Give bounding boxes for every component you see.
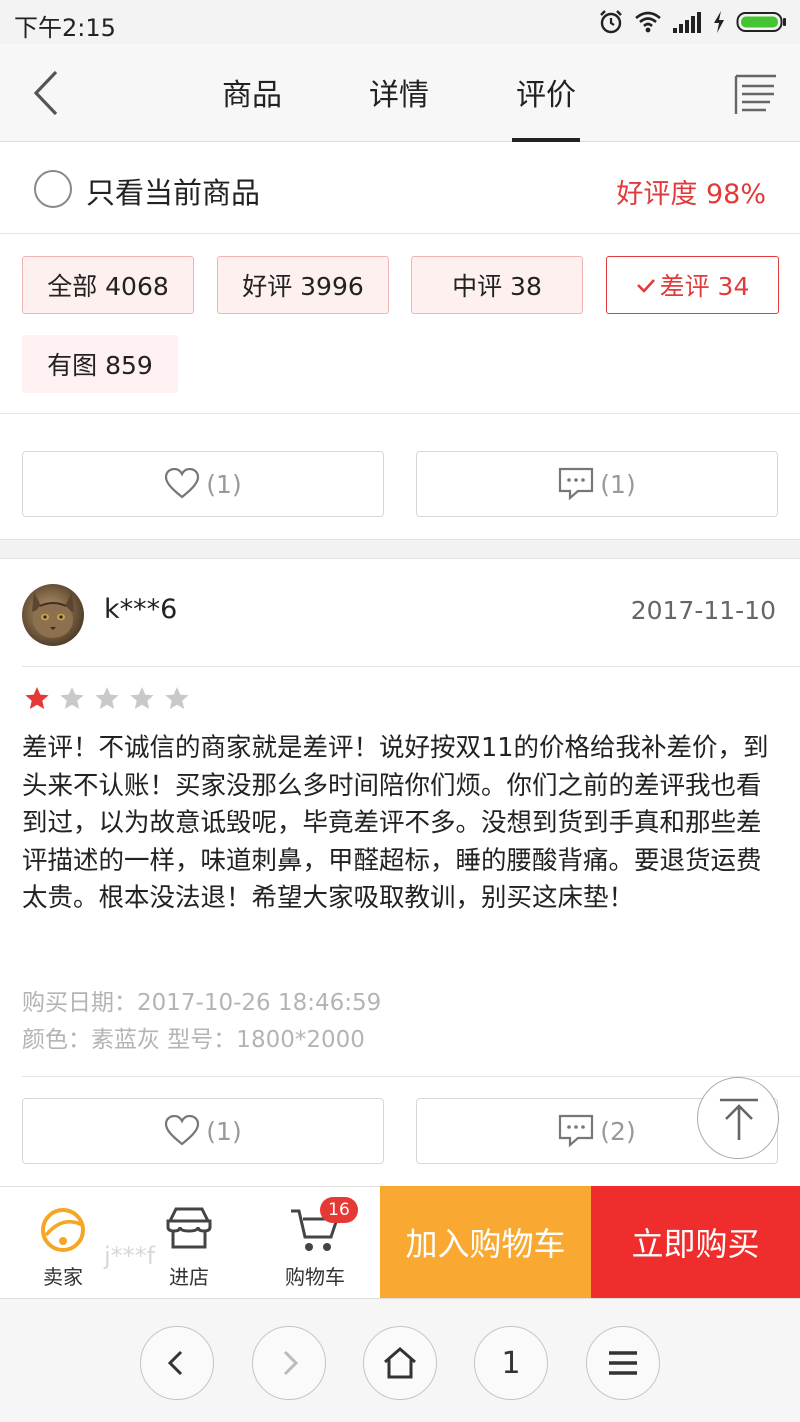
tab-count: 1 [501, 1345, 521, 1381]
chip-negative[interactable]: 差评 34 [606, 256, 779, 314]
comment-icon [559, 467, 594, 501]
star-rating [24, 686, 190, 711]
seller-icon [41, 1208, 85, 1252]
status-icons [598, 8, 788, 36]
store-icon [166, 1207, 212, 1249]
review-text: 差评！不诚信的商家就是差评！说好按双11的价格给我补差价，到头来不认账！买家没那… [22, 733, 769, 913]
battery-icon [736, 12, 786, 32]
star-empty-icon [60, 687, 84, 709]
status-bar: 下午2:15 [0, 0, 800, 44]
alarm-icon [600, 10, 622, 34]
star-filled-icon [25, 687, 49, 709]
home-icon [384, 1347, 416, 1379]
chip-positive[interactable]: 好评 3996 [217, 256, 389, 314]
product-spec: 颜色：素蓝灰 型号：1800*2000 [22, 1027, 365, 1053]
chip-with-photos[interactable]: 有图 859 [22, 335, 178, 393]
comment-button[interactable]: (1) [416, 451, 778, 517]
heart-icon [165, 468, 200, 499]
comment-icon [559, 1114, 594, 1148]
chevron-right-icon [283, 1350, 299, 1376]
purchase-date: 购买日期：2017-10-26 18:46:59 [22, 990, 382, 1016]
scroll-to-top-button[interactable] [697, 1077, 779, 1159]
cart-count-badge: 16 [320, 1197, 358, 1223]
chip-all[interactable]: 全部 4068 [22, 256, 194, 314]
tab-reviews[interactable]: 评价 [512, 70, 580, 142]
tab-details[interactable]: 详情 [369, 70, 429, 114]
review-actions-separator [22, 1076, 800, 1077]
browser-tabs-button[interactable]: 1 [474, 1326, 548, 1400]
only-current-label[interactable]: 只看当前商品 [86, 170, 260, 212]
only-current-radio[interactable] [34, 170, 72, 208]
check-icon [636, 279, 655, 293]
buy-now-button[interactable]: 立即购买 [591, 1186, 800, 1298]
browser-back-button[interactable] [140, 1326, 214, 1400]
browser-menu-button[interactable] [586, 1326, 660, 1400]
add-to-cart-button[interactable]: 加入购物车 [380, 1186, 591, 1298]
comment-count: (1) [600, 469, 636, 499]
reviewer-username: k***6 [104, 594, 178, 625]
browser-forward-button[interactable] [252, 1326, 326, 1400]
browser-toolbar: 1 [0, 1298, 800, 1422]
star-empty-icon [165, 687, 189, 709]
heart-icon [165, 1115, 200, 1146]
review-date: 2017-11-10 [630, 596, 776, 625]
tab-product[interactable]: 商品 [222, 70, 282, 114]
wifi-icon [635, 11, 661, 33]
like-count: (1) [206, 469, 242, 499]
top-navigation: 商品 详情 评价 [0, 44, 800, 142]
back-arrow-icon[interactable] [24, 66, 68, 120]
browser-home-button[interactable] [363, 1326, 437, 1400]
faded-username: j***f [104, 1242, 156, 1270]
review-filter-chips: 全部 4068 好评 3996 中评 38 差评 34 有图 859 [0, 234, 800, 414]
cart-label: 购物车 [285, 1265, 345, 1289]
review-comment-count: (2) [600, 1116, 636, 1146]
cart-button[interactable]: 购物车 [252, 1187, 378, 1299]
hamburger-menu-icon [609, 1351, 637, 1375]
cat-avatar-image [32, 592, 74, 638]
chip-with-photos-label: 有图 859 [47, 351, 153, 380]
review-like-button[interactable]: (1) [22, 1098, 384, 1164]
signal-icon [673, 12, 701, 33]
list-menu-icon[interactable] [732, 70, 780, 118]
review-like-count: (1) [206, 1116, 242, 1146]
like-button[interactable]: (1) [22, 451, 384, 517]
status-time: 下午2:15 [14, 14, 116, 42]
star-empty-icon [130, 687, 154, 709]
chip-positive-label: 好评 3996 [242, 272, 364, 301]
positive-rate: 好评度 98% [616, 179, 766, 210]
star-empty-icon [95, 687, 119, 709]
chip-negative-label: 差评 34 [659, 272, 750, 301]
charging-icon [714, 11, 724, 33]
chip-all-label: 全部 4068 [47, 272, 169, 301]
chip-neutral[interactable]: 中评 38 [411, 256, 583, 314]
avatar [22, 584, 84, 646]
chevron-left-icon [167, 1350, 183, 1376]
section-divider [0, 539, 800, 559]
arrow-up-icon [720, 1098, 758, 1140]
review-separator [22, 666, 800, 667]
filter-row: 只看当前商品 好评度 98% [0, 142, 800, 234]
chip-neutral-label: 中评 38 [452, 272, 542, 301]
